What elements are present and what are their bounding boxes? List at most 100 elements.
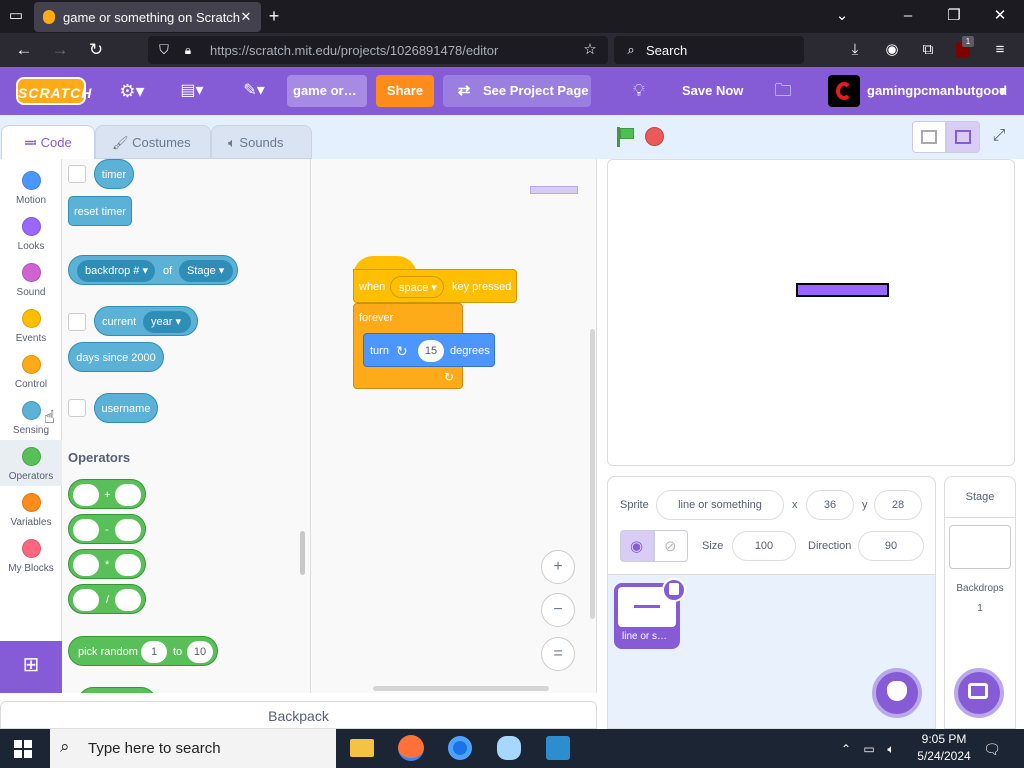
paint-icon[interactable] — [497, 736, 521, 760]
debug-lightbulb-icon[interactable]: 💡︎ — [628, 81, 650, 101]
new-tab-icon[interactable]: + — [264, 6, 284, 26]
edit-menu-icon[interactable]: ✎▾ — [238, 81, 270, 101]
fullscreen-icon[interactable]: ⤢ — [989, 126, 1009, 146]
script-area[interactable]: when space ▾ key pressed forever ↻ turn … — [311, 159, 597, 693]
script-vertical-scrollbar[interactable] — [590, 329, 595, 619]
chrome-icon[interactable] — [448, 736, 472, 760]
choose-sprite-button[interactable] — [872, 668, 922, 718]
downloads-icon[interactable]: ⤓ — [845, 40, 865, 60]
delete-sprite-button[interactable] — [662, 578, 686, 602]
file-menu-icon[interactable]: ▤▾ — [176, 81, 208, 101]
lock-icon[interactable]: 🔒︎ — [180, 40, 196, 60]
subtract-right-input[interactable] — [115, 519, 141, 541]
notifications-icon[interactable]: 🗨︎ — [982, 739, 1002, 759]
add-extension-button[interactable]: ⊞ — [0, 641, 62, 693]
forward-icon[interactable]: → — [50, 40, 70, 60]
add-left-input[interactable] — [73, 484, 99, 506]
my-stuff-folder-icon[interactable]: 🗀︎ — [772, 81, 794, 101]
firefox-icon[interactable] — [398, 735, 424, 761]
backpack[interactable]: Backpack — [0, 701, 597, 729]
save-now-button[interactable]: Save Now — [682, 83, 743, 98]
close-window-icon[interactable]: ✕ — [990, 6, 1010, 26]
category-looks[interactable]: Looks — [0, 210, 62, 256]
hide-sprite-button[interactable]: ⊘ — [654, 530, 688, 562]
app-menu-icon[interactable]: ≡ — [990, 40, 1010, 60]
windows-start-icon[interactable] — [14, 740, 32, 758]
timer-block[interactable]: timer — [94, 159, 134, 189]
timer-checkbox[interactable] — [68, 165, 86, 183]
random-from-input[interactable]: 1 — [141, 641, 167, 663]
account-icon[interactable]: ◉ — [882, 40, 902, 60]
divide-left-input[interactable] — [73, 589, 99, 611]
divide-operator-block[interactable]: / — [68, 584, 146, 614]
file-explorer-icon[interactable] — [350, 739, 374, 757]
bookmark-star-icon[interactable]: ☆ — [580, 40, 600, 60]
volume-icon[interactable]: 🔈︎ — [882, 739, 900, 759]
browser-search-box[interactable]: ⌕ Search — [614, 36, 804, 64]
show-sprite-button[interactable]: ◉ — [620, 530, 654, 562]
turn-degrees-block[interactable]: turn ↻ 15 degrees — [363, 333, 495, 367]
zoom-out-button[interactable]: − — [541, 593, 575, 627]
avatar[interactable] — [828, 75, 860, 107]
days-since-2000-block[interactable]: days since 2000 — [68, 342, 164, 372]
taskbar-search[interactable]: ⌕ Type here to search — [50, 729, 336, 768]
choose-backdrop-button[interactable] — [954, 668, 1004, 718]
tab-costumes[interactable]: 🖌︎ Costumes — [95, 125, 211, 159]
username[interactable]: gamingpcmanbutgood — [867, 83, 1007, 98]
zoom-reset-button[interactable]: = — [541, 637, 575, 671]
script-horizontal-scrollbar[interactable] — [373, 686, 549, 691]
reload-icon[interactable]: ↻ — [86, 40, 106, 60]
multiply-left-input[interactable] — [73, 554, 99, 576]
current-year-block[interactable]: current year ▾ — [94, 306, 198, 336]
stage-canvas[interactable] — [607, 159, 1015, 466]
tab-code[interactable]: ≕ Code — [1, 125, 95, 159]
backdrop-of-stage-block[interactable]: backdrop # ▾ of Stage ▾ — [68, 255, 238, 285]
scratch-logo[interactable]: SCRATCH — [16, 77, 91, 105]
project-title-field[interactable]: game or… — [287, 75, 367, 107]
palette-scrollbar[interactable] — [300, 531, 305, 575]
account-caret-icon[interactable]: ▼ — [996, 81, 1010, 101]
extensions-icon[interactable]: ⧉ — [918, 40, 938, 60]
clock-time[interactable]: 9:05 PM — [918, 732, 970, 746]
tab-sounds[interactable]: 🔈︎ Sounds — [211, 125, 312, 159]
add-operator-block[interactable]: + — [68, 479, 146, 509]
url-bar[interactable]: ⛉ 🔒︎ https://scratch.mit.edu/projects/10… — [148, 36, 608, 64]
share-button[interactable]: Share — [376, 75, 434, 107]
key-dropdown[interactable]: space ▾ — [390, 276, 444, 298]
category-operators[interactable]: Operators — [0, 440, 62, 486]
size-field[interactable]: 100 — [732, 531, 796, 561]
category-my-blocks[interactable]: My Blocks — [0, 532, 62, 578]
zoom-in-button[interactable]: + — [541, 550, 575, 584]
restore-icon[interactable]: ❐ — [944, 6, 964, 26]
app-icon[interactable] — [546, 736, 570, 760]
y-field[interactable]: 28 — [874, 490, 922, 520]
see-project-page-button[interactable]: ⇄ See Project Page — [443, 75, 591, 107]
current-year-checkbox[interactable] — [68, 313, 86, 331]
multiply-right-input[interactable] — [115, 554, 141, 576]
x-field[interactable]: 36 — [806, 490, 854, 520]
category-motion[interactable]: Motion — [0, 164, 62, 210]
subtract-operator-block[interactable]: - — [68, 514, 146, 544]
stop-sign-icon[interactable] — [645, 127, 664, 146]
category-variables[interactable]: Variables — [0, 486, 62, 532]
random-to-input[interactable]: 10 — [187, 641, 213, 663]
degrees-input[interactable]: 15 — [418, 340, 444, 362]
network-icon[interactable]: ▭ — [860, 739, 878, 759]
shield-icon[interactable]: ⛉ — [156, 40, 172, 60]
when-key-pressed-block[interactable]: when space ▾ key pressed — [353, 269, 517, 303]
sprite-name-field[interactable]: line or something — [656, 490, 784, 520]
reset-timer-block[interactable]: reset timer — [68, 196, 132, 226]
subtract-left-input[interactable] — [73, 519, 99, 541]
settings-gear-icon[interactable]: ⚙▾ — [116, 81, 148, 101]
green-flag-icon[interactable] — [615, 127, 635, 147]
multiply-operator-block[interactable]: * — [68, 549, 146, 579]
show-hidden-icons[interactable]: ⌃ — [838, 739, 854, 759]
stage-backdrop-thumbnail[interactable] — [949, 525, 1011, 569]
category-sound[interactable]: Sound — [0, 256, 62, 302]
divide-right-input[interactable] — [115, 589, 141, 611]
year-dropdown[interactable]: year ▾ — [143, 311, 191, 333]
stage-pane[interactable]: Stage Backdrops 1 — [944, 476, 1016, 729]
line-sprite[interactable] — [796, 283, 889, 297]
browser-tab[interactable]: game or something on Scratch ✕ — [34, 2, 261, 32]
username-checkbox[interactable] — [68, 399, 86, 417]
